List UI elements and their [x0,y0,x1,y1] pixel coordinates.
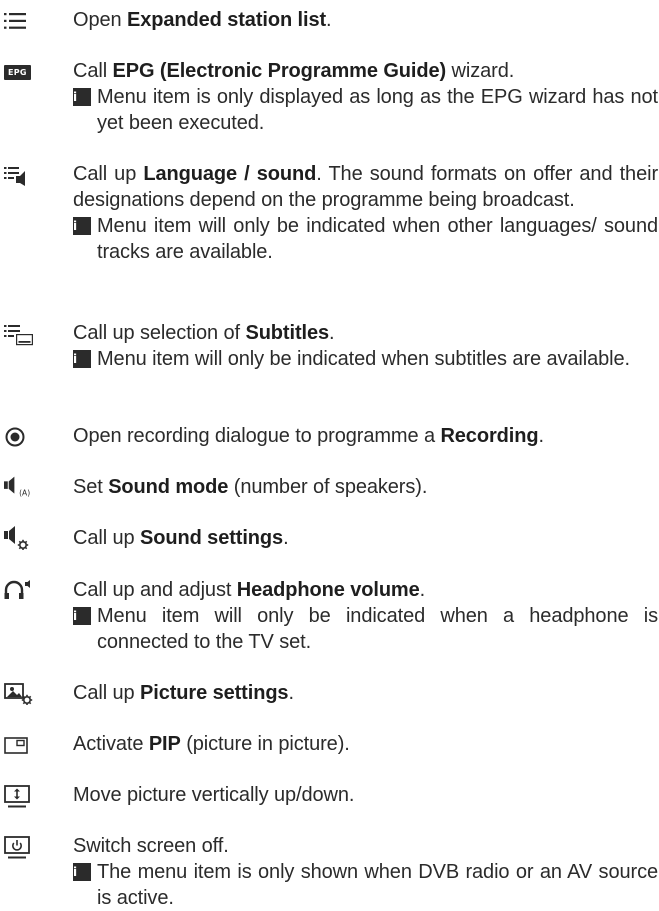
screen-off-icon [4,836,38,860]
info-icon: i [73,350,91,368]
sound-settings-icon [4,526,38,550]
pip-icon [4,733,38,757]
info-note: i Menu item will only be indicated when o… [73,215,658,263]
item-text: Call up Language / sound. The sound form… [73,163,659,211]
info-note: i Menu item will only be indicated when s… [73,348,630,370]
info-note: i Menu item is only displayed as long as … [73,86,658,134]
item-text: Call EPG (Electronic Programme Guide) wi… [73,60,515,82]
item-text: Call up Picture settings. [73,682,294,704]
info-note: i The menu item is only shown when DVB ra… [73,861,658,909]
info-icon: i [73,88,91,106]
item-text: Open recording dialogue to programme a R… [73,425,544,447]
item-text: Set Sound mode (number of speakers). [73,476,428,498]
item-text: Activate PIP (picture in picture). [73,733,350,755]
item-text: Call up selection of Subtitles. [73,322,335,344]
info-note: i Menu item will only be indicated when a… [73,605,658,653]
headphone-icon [4,578,38,602]
record-icon [4,425,38,449]
item-text: Call up and adjust Headphone volume. [73,579,426,601]
sound-mode-icon-label: (A) [19,489,30,498]
info-icon: i [73,863,91,881]
item-text: Move picture vertically up/down. [73,784,355,806]
expanded-list-icon [4,9,38,33]
item-text: Switch screen off. [73,835,229,857]
info-icon: i [73,607,91,625]
epg-icon-label: EPG [4,64,31,80]
info-icon: i [73,217,91,235]
sound-mode-icon: (A) [4,475,38,499]
item-text: Open Expanded station list. [73,9,332,31]
language-sound-icon [4,164,38,188]
picture-settings-icon [4,681,38,705]
move-picture-icon [4,785,38,809]
epg-icon: EPG [4,60,38,84]
item-text: Call up Sound settings. [73,527,289,549]
subtitles-icon [4,323,38,347]
